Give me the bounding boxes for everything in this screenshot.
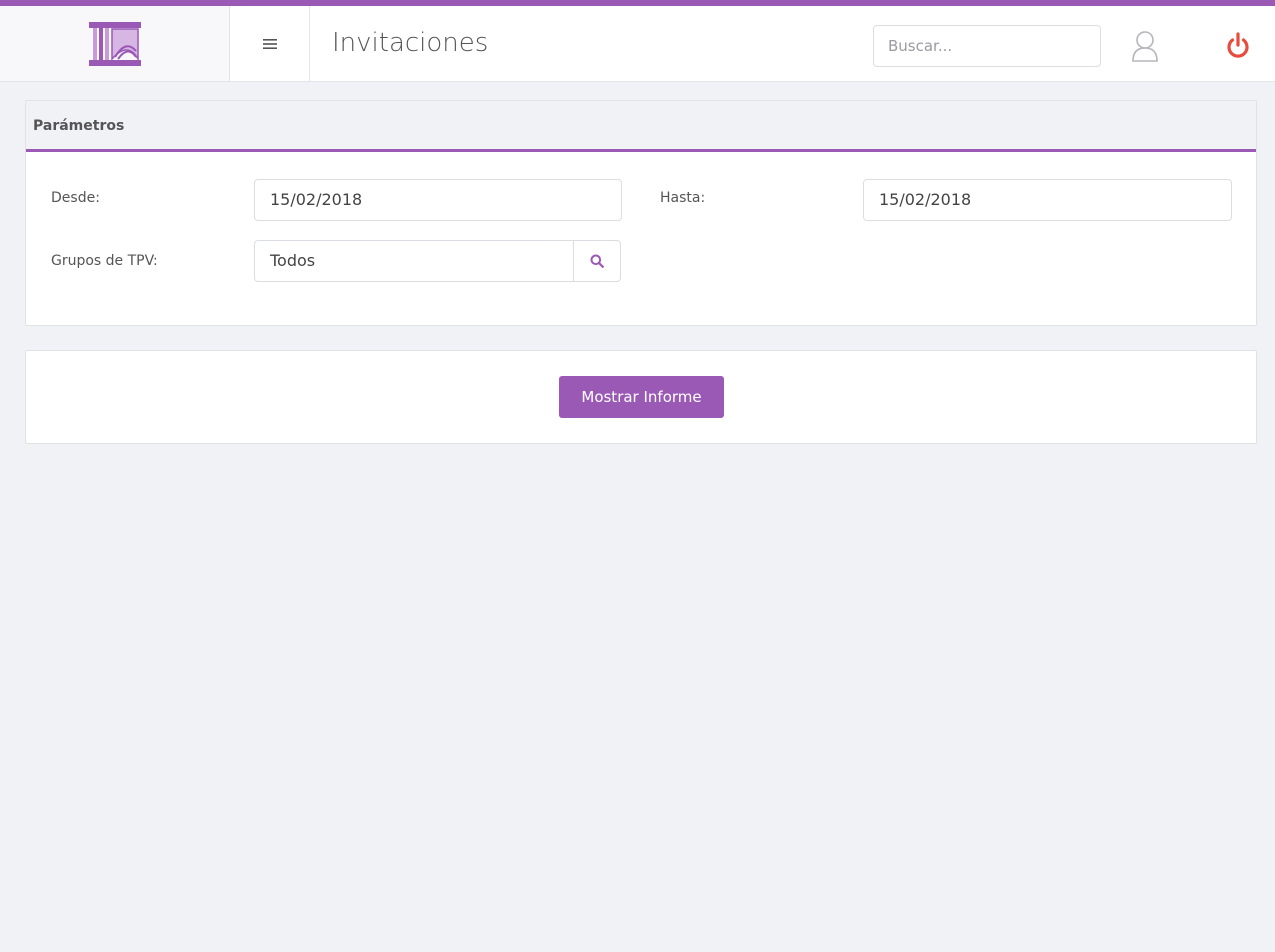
actions-panel: Mostrar Informe <box>25 350 1257 444</box>
user-icon <box>1132 31 1158 62</box>
grupos-tpv-field[interactable]: Todos <box>254 240 574 282</box>
power-icon <box>1227 32 1249 58</box>
grupos-tpv-lookup-button[interactable] <box>573 240 621 282</box>
user-profile-button[interactable] <box>1128 28 1162 64</box>
grupos-tpv-label: Grupos de TPV: <box>51 253 158 269</box>
columns-logo-icon <box>88 21 141 66</box>
hasta-label: Hasta: <box>660 190 706 206</box>
search-icon <box>590 254 604 268</box>
logout-button[interactable] <box>1220 28 1256 64</box>
page-title: Invitaciones <box>332 28 489 58</box>
menu-toggle-button[interactable] <box>230 6 310 81</box>
search-input[interactable] <box>873 25 1101 67</box>
app-logo[interactable] <box>0 6 230 81</box>
top-navbar: Invitaciones <box>0 0 1275 82</box>
desde-label: Desde: <box>51 190 100 206</box>
parameters-heading: Parámetros <box>26 101 1256 152</box>
show-report-button[interactable]: Mostrar Informe <box>559 376 724 418</box>
desde-date-input[interactable]: 15/02/2018 <box>254 179 622 221</box>
hamburger-icon <box>262 38 277 49</box>
parameters-panel: Parámetros Desde: 15/02/2018 Hasta: 15/0… <box>25 100 1257 326</box>
hasta-date-input[interactable]: 15/02/2018 <box>863 179 1232 221</box>
